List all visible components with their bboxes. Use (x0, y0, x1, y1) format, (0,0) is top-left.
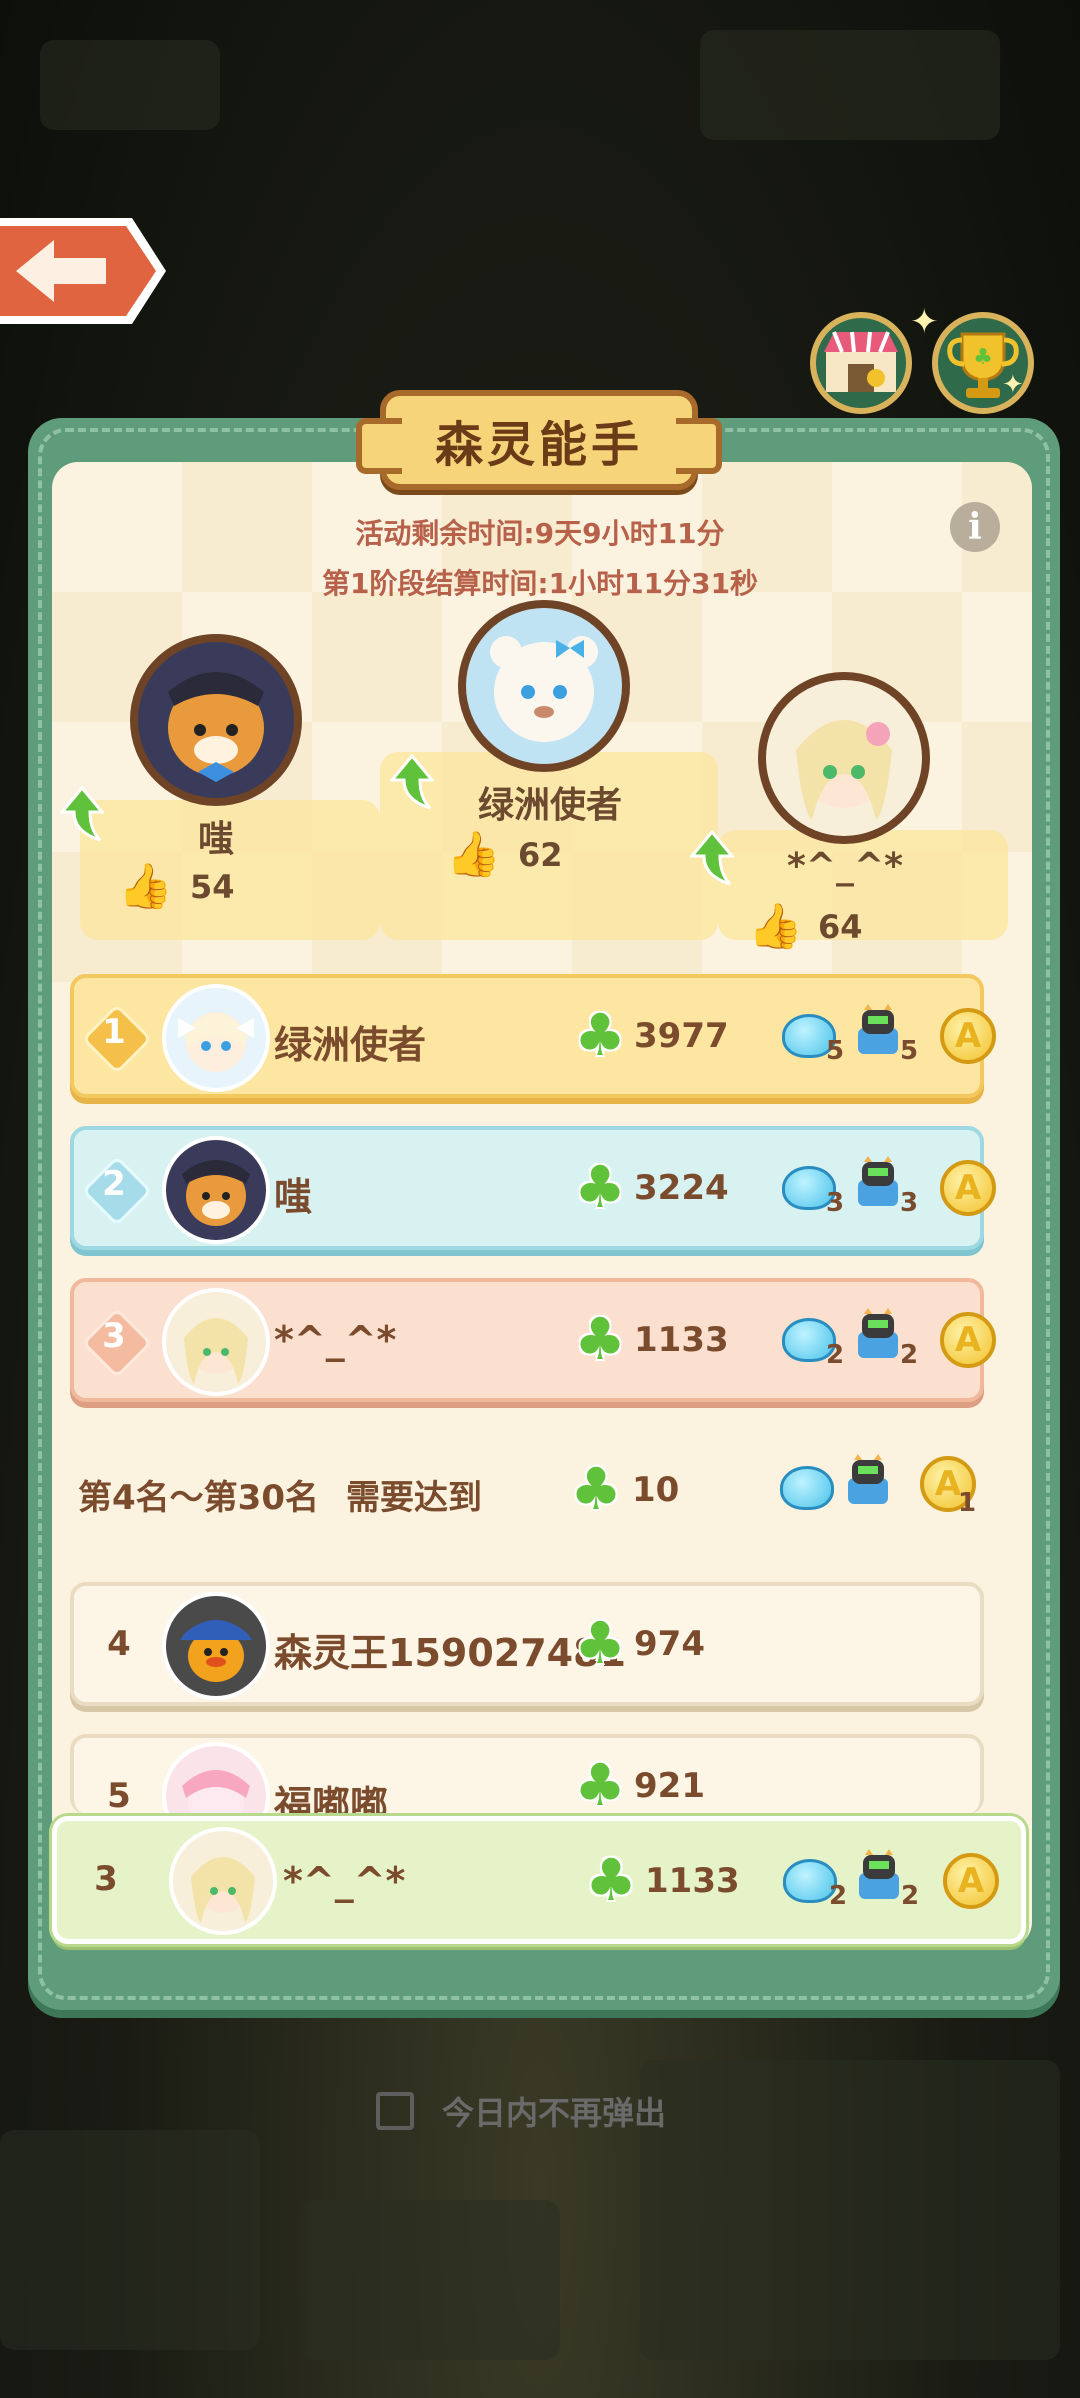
podium-name-1st: 绿洲使者 (477, 785, 622, 826)
leaderboard-row-1[interactable]: 1 绿洲使者 ♣ 3977 5 5 A (70, 974, 996, 1098)
robot-count: 5 (900, 1036, 919, 1066)
clover-icon: ♣ (574, 1001, 626, 1069)
tier-requirement-label: 需要达到 (346, 1478, 482, 1518)
slime-count: 2 (829, 1881, 848, 1911)
thumbs-up-icon[interactable]: 👍 (118, 860, 173, 912)
leaderboard-row-2[interactable]: 2 嗤 ♣ 3224 3 3 A (70, 1126, 996, 1250)
leaderboard-row-3[interactable]: 3 *^_^* ♣ 1133 2 2 A (70, 1278, 996, 1402)
coin-icon: A (940, 1008, 996, 1064)
podium-likes-1st: 62 (518, 836, 563, 874)
rank-number: 4 (107, 1624, 131, 1664)
stage-end-time: 第1阶段结算时间:1小时11分31秒 (321, 567, 759, 600)
dont-show-checkbox[interactable] (376, 2092, 414, 2130)
player-avatar (162, 1592, 270, 1700)
dont-show-today[interactable]: 今日内不再弹出 (376, 2088, 666, 2134)
robot-icon (848, 1454, 888, 1504)
my-rank-number: 3 (94, 1859, 118, 1899)
clover-icon: ♣ (574, 1751, 626, 1819)
player-avatar (162, 1288, 270, 1396)
tier-range: 第4名～第30名 (78, 1478, 319, 1518)
shop-button[interactable] (810, 312, 912, 414)
coin-icon: A (943, 1853, 999, 1909)
podium-name-3rd: *^_^* (787, 846, 903, 887)
player-score: 3977 (634, 1016, 729, 1056)
activity-remaining-time: 活动剩余时间:9天9小时11分 (355, 517, 725, 550)
thumbs-up-icon[interactable]: 👍 (446, 828, 501, 880)
rank-number: 5 (107, 1776, 131, 1816)
robot-icon (858, 1308, 898, 1358)
sparkle-icon: ✦ (910, 302, 939, 342)
clover-icon: ♣ (570, 1455, 622, 1523)
tier-required-score: 10 (632, 1470, 680, 1510)
podium-likes-2nd: 54 (190, 868, 235, 906)
robot-count: 3 (900, 1188, 919, 1218)
leaderboard-row-5[interactable]: 5 福嘟嘟 ♣ 921 (70, 1734, 984, 1850)
podium-avatar-1st[interactable] (458, 600, 630, 772)
clover-icon: ♣ (574, 1305, 626, 1373)
my-name: *^_^* (283, 1859, 406, 1903)
podium-avatar-2nd[interactable] (130, 634, 302, 806)
dont-show-label: 今日内不再弹出 (442, 2094, 667, 2132)
player-name: 绿洲使者 (274, 1023, 427, 1067)
robot-count: 2 (901, 1881, 920, 1911)
clover-icon: ♣ (574, 1153, 626, 1221)
svg-text:♣: ♣ (973, 345, 993, 370)
my-rank-row[interactable]: 3 *^_^* ♣ 1133 2 2 A (52, 1816, 1026, 1944)
podium-avatar-3rd[interactable] (758, 672, 930, 844)
info-icon[interactable]: i (950, 502, 1000, 552)
robot-count: 2 (900, 1340, 919, 1370)
player-name: *^_^* (274, 1318, 397, 1362)
robot-icon (858, 1156, 898, 1206)
robot-icon (858, 1004, 898, 1054)
panel-title: 森灵能手 (434, 417, 643, 473)
leaderboard-row-4[interactable]: 4 森灵王159027481 ♣ 974 (70, 1582, 984, 1706)
player-score: 921 (634, 1766, 705, 1806)
my-score: 1133 (645, 1861, 740, 1901)
slime-count: 5 (826, 1036, 845, 1066)
podium-likes-3rd: 64 (818, 908, 863, 946)
clover-icon: ♣ (574, 1609, 626, 1677)
rank-number: 3 (102, 1316, 126, 1356)
player-score: 3224 (634, 1168, 729, 1208)
podium-name-2nd: 嗤 (197, 819, 234, 860)
rank-up-icon (60, 786, 104, 842)
panel-title-plaque: 森灵能手 (356, 390, 722, 490)
slime-icon (780, 1466, 834, 1510)
rank-number: 1 (102, 1012, 126, 1052)
rank-up-icon (390, 754, 434, 810)
slime-count: 3 (826, 1188, 845, 1218)
slime-count: 2 (826, 1340, 845, 1370)
robot-icon (859, 1849, 899, 1899)
player-score: 974 (634, 1624, 705, 1664)
my-avatar (169, 1827, 277, 1935)
thumbs-up-icon[interactable]: 👍 (748, 900, 803, 952)
coin-icon: A (940, 1160, 996, 1216)
shop-icon (824, 331, 898, 392)
rank-up-icon (690, 830, 734, 886)
back-button[interactable] (0, 210, 168, 332)
player-avatar (162, 984, 270, 1092)
back-arrow-icon (0, 218, 166, 324)
coin-count: 1 (958, 1488, 977, 1518)
sparkle-icon: ✦ (1002, 370, 1024, 400)
rank-number: 2 (102, 1164, 126, 1204)
coin-icon: A (940, 1312, 996, 1368)
player-name: 嗤 (274, 1175, 313, 1219)
player-avatar (162, 1136, 270, 1244)
player-score: 1133 (634, 1320, 729, 1360)
clover-icon: ♣ (585, 1846, 637, 1914)
